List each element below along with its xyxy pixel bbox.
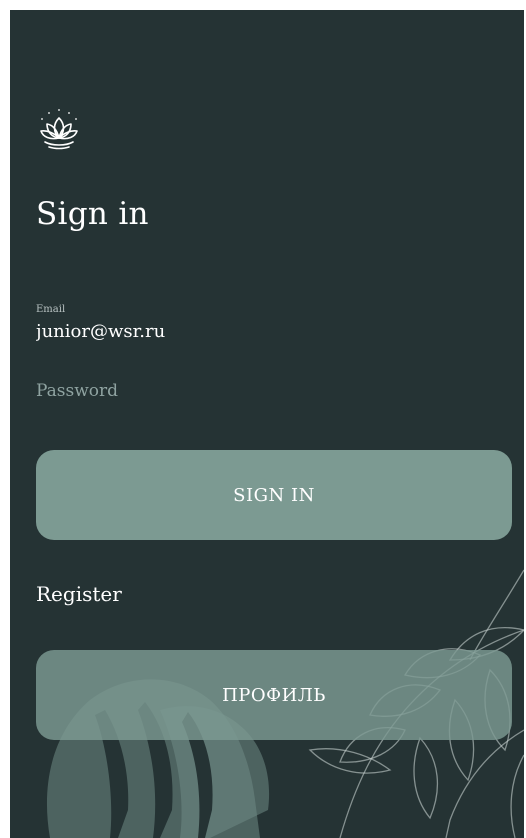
profile-button[interactable]: ПРОФИЛЬ bbox=[36, 650, 512, 740]
page-title: Sign in bbox=[36, 196, 149, 232]
email-field[interactable] bbox=[36, 316, 506, 346]
email-label: Email bbox=[36, 304, 66, 315]
profile-button-label: ПРОФИЛЬ bbox=[222, 684, 326, 706]
sign-in-button-label: SIGN IN bbox=[233, 484, 315, 506]
sign-in-screen: Sign in Email SIGN IN Register ПРОФИЛЬ bbox=[10, 10, 524, 838]
sign-in-button[interactable]: SIGN IN bbox=[36, 450, 512, 540]
lotus-icon bbox=[40, 109, 78, 150]
register-link[interactable]: Register bbox=[36, 580, 122, 608]
password-field[interactable] bbox=[36, 376, 506, 406]
